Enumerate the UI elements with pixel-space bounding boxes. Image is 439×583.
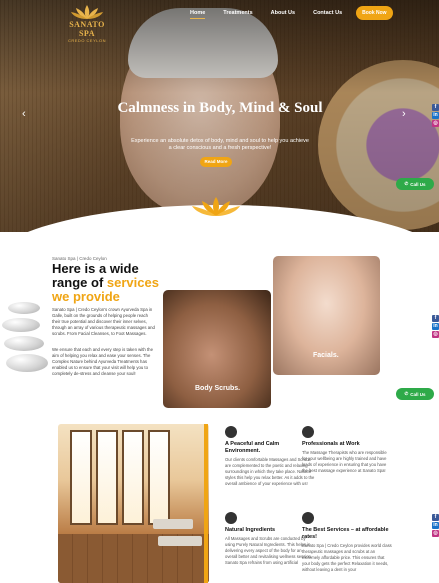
spa-room-image <box>58 424 209 583</box>
feature-desc: Sanato Spa | Credo Ceylon provides world… <box>302 543 392 572</box>
facials-caption: Facials. <box>313 352 339 359</box>
feature-item: Professionals at Work The Massage Therap… <box>302 426 392 474</box>
feature-title: The Best Services – at affordable rates! <box>302 527 389 540</box>
nav-contact[interactable]: Contact Us <box>313 8 342 18</box>
spa-stones-image <box>0 292 60 382</box>
star-icon <box>302 512 314 524</box>
about-title: Here is a wide range of services we prov… <box>52 262 172 304</box>
therapist-icon <box>302 426 314 438</box>
logo[interactable]: SANATO SPA CREDO CEYLON <box>62 4 112 43</box>
leaf-icon <box>225 512 237 524</box>
moon-icon <box>225 426 237 438</box>
body-scrubs-caption: Body Scrubs. <box>195 385 241 392</box>
brand-name: SANATO SPA <box>69 20 105 38</box>
nav-home[interactable]: Home <box>190 8 206 19</box>
brand-sub: CREDO CEYLON <box>67 38 106 43</box>
book-now-button[interactable]: Book Now <box>356 6 393 20</box>
hero-subtitle: Experience an absolute detox of body, mi… <box>131 138 309 151</box>
phone-icon: ✆ <box>404 391 409 396</box>
about-paragraph-1: Sanato Spa | Credo Ceylon's crown Ayurve… <box>52 307 155 336</box>
nav-about[interactable]: About Us <box>271 8 295 18</box>
hero-title: Calmness in Body, Mind & Soul <box>117 100 323 116</box>
facebook-icon[interactable]: f <box>432 514 439 521</box>
linkedin-icon[interactable]: in <box>432 112 439 119</box>
accent-bar <box>204 424 208 583</box>
social-bar: f in ◎ <box>432 104 439 128</box>
phone-icon: ✆ <box>404 181 409 186</box>
call-us-label: Call Us <box>410 391 426 397</box>
linkedin-icon[interactable]: in <box>432 522 439 529</box>
call-us-button[interactable]: ✆ Call Us <box>396 178 434 190</box>
feature-desc: The Massage Therapists who are responsib… <box>302 450 387 473</box>
instagram-icon[interactable]: ◎ <box>432 331 439 338</box>
instagram-icon[interactable]: ◎ <box>432 530 439 537</box>
facials-image[interactable]: Facials. <box>273 256 380 375</box>
call-us-button[interactable]: ✆ Call Us <box>396 388 434 400</box>
facebook-icon[interactable]: f <box>432 104 439 111</box>
lotus-logo-icon <box>71 5 103 19</box>
feature-item: The Best Services – at affordable rates!… <box>302 512 392 573</box>
instagram-icon[interactable]: ◎ <box>432 120 439 127</box>
social-bar: f in ◎ <box>432 514 439 538</box>
main-nav: Home Treatments About Us Contact Us Book… <box>190 6 393 20</box>
slider-prev-arrow-icon[interactable]: ‹ <box>22 108 26 120</box>
nav-treatments[interactable]: Treatments <box>223 8 252 18</box>
body-scrubs-image[interactable]: Body Scrubs. <box>163 290 271 408</box>
facebook-icon[interactable]: f <box>432 315 439 322</box>
social-bar: f in ◎ <box>432 315 439 339</box>
linkedin-icon[interactable]: in <box>432 323 439 330</box>
lotus-divider-icon <box>192 197 240 216</box>
feature-title: Professionals at Work <box>302 441 360 447</box>
call-us-label: Call Us <box>410 181 426 187</box>
read-more-button[interactable]: Read More <box>200 157 232 167</box>
slider-next-arrow-icon[interactable]: › <box>402 108 406 120</box>
about-paragraph-2: We ensure that each and every step is ta… <box>52 347 153 376</box>
